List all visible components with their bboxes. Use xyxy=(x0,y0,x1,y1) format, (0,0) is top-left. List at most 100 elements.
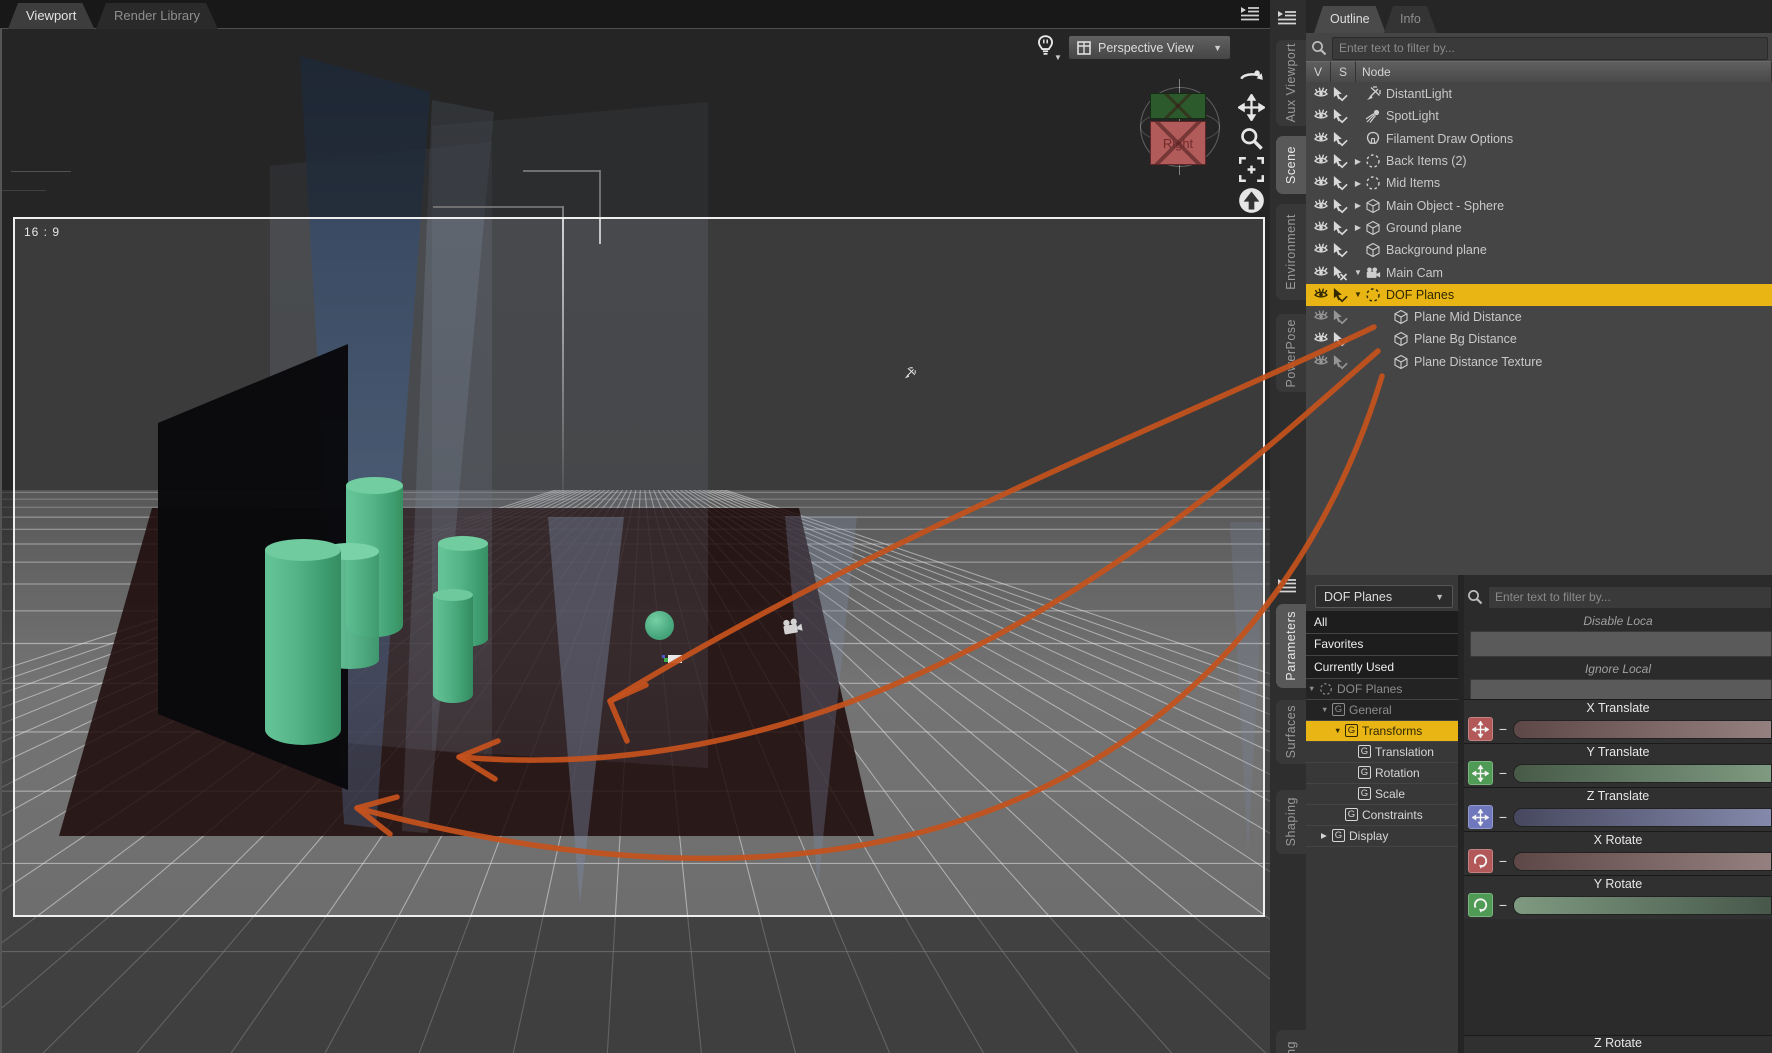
selectable-cursor-icon[interactable] xyxy=(1330,86,1348,102)
orbit-tool-icon[interactable] xyxy=(1238,63,1265,90)
expander-right-icon[interactable]: ▶ xyxy=(1352,157,1364,166)
selectable-cursor-icon[interactable] xyxy=(1330,153,1348,169)
param-group-rotation[interactable]: G Rotation xyxy=(1306,763,1458,784)
visibility-eye-icon[interactable] xyxy=(1312,153,1330,169)
viewport-3d-canvas[interactable]: 16 : 9 ▼ Perspective View ▼ Right xyxy=(0,29,1270,1053)
visibility-eye-icon[interactable] xyxy=(1312,331,1330,347)
rotate-axis-icon[interactable] xyxy=(1468,893,1493,917)
side-tab-environment[interactable]: Environment xyxy=(1276,204,1306,300)
visibility-eye-icon[interactable] xyxy=(1312,287,1330,303)
param-group-scale[interactable]: G Scale xyxy=(1306,784,1458,805)
param-group-translation[interactable]: G Translation xyxy=(1306,742,1458,763)
tab-info[interactable]: Info xyxy=(1384,6,1437,33)
visibility-eye-icon[interactable] xyxy=(1312,108,1330,124)
translate-axis-icon[interactable] xyxy=(1468,761,1493,785)
side-tab-aux-viewport[interactable]: Aux Viewport xyxy=(1276,40,1306,126)
side-tab-surfaces[interactable]: Surfaces xyxy=(1276,700,1306,764)
column-selectability[interactable]: S xyxy=(1331,61,1356,82)
outline-row-ground-plane[interactable]: ▶ Ground plane xyxy=(1306,217,1772,239)
params-filter-input[interactable]: Enter text to filter by... xyxy=(1488,585,1772,609)
tab-outline[interactable]: Outline xyxy=(1314,6,1386,33)
plane-distance-texture-3d[interactable] xyxy=(270,142,492,756)
selectable-cursor-icon[interactable] xyxy=(1330,331,1348,347)
view-selector-dropdown[interactable]: Perspective View ▼ xyxy=(1068,35,1231,60)
expander-down-icon[interactable]: ▼ xyxy=(1308,684,1319,693)
expander-right-icon[interactable]: ▶ xyxy=(1352,201,1364,210)
selectable-cursor-icon[interactable] xyxy=(1330,265,1348,281)
visibility-eye-icon[interactable] xyxy=(1312,86,1330,102)
pan-tool-icon[interactable] xyxy=(1238,94,1265,121)
translate-axis-icon[interactable] xyxy=(1468,717,1493,741)
tab-viewport[interactable]: Viewport xyxy=(8,3,94,29)
selectable-cursor-icon[interactable] xyxy=(1330,309,1348,325)
slider-decrement-button[interactable]: − xyxy=(1498,765,1508,781)
slider-decrement-button[interactable]: − xyxy=(1498,721,1508,737)
visibility-eye-icon[interactable] xyxy=(1312,242,1330,258)
aux-pane-menu-icon[interactable] xyxy=(1277,10,1297,26)
side-tab-powerpose[interactable]: PowerPose xyxy=(1276,314,1306,392)
outline-filter-input[interactable]: Enter text to filter by... xyxy=(1332,36,1768,60)
selectable-cursor-icon[interactable] xyxy=(1330,354,1348,370)
param-filter-currently-used[interactable]: Currently Used xyxy=(1306,656,1458,679)
param-group-transforms[interactable]: ▼ G Transforms xyxy=(1306,720,1458,742)
params-pane-menu-icon[interactable] xyxy=(1277,578,1297,594)
side-tab-ing[interactable]: ing xyxy=(1276,1030,1306,1053)
selectable-cursor-icon[interactable] xyxy=(1330,220,1348,236)
plane-mid-distance-3d[interactable] xyxy=(548,517,624,903)
far-wedge-plane-3d[interactable] xyxy=(1230,522,1266,856)
plane-bg-distance-3d[interactable] xyxy=(300,56,430,828)
distant-light-gizmo-icon[interactable] xyxy=(903,367,916,380)
slider-track[interactable] xyxy=(1513,763,1772,783)
gray-blade-plane-3d[interactable] xyxy=(402,100,494,833)
background-plane-3d[interactable] xyxy=(158,344,348,790)
expander-down-icon[interactable]: ▼ xyxy=(1352,290,1364,299)
visibility-eye-icon[interactable] xyxy=(1312,220,1330,236)
selectable-cursor-icon[interactable] xyxy=(1330,287,1348,303)
mid-wedge-plane-3d[interactable] xyxy=(785,516,857,886)
rotate-axis-icon[interactable] xyxy=(1468,849,1493,873)
camera-gizmo-icon[interactable] xyxy=(780,616,805,637)
expander-right-icon[interactable]: ▶ xyxy=(1352,179,1364,188)
param-group-dof-planes[interactable]: ▼ DOF Planes xyxy=(1306,678,1458,700)
slider-track[interactable] xyxy=(1513,719,1772,739)
cylinder-front-left[interactable] xyxy=(265,539,341,745)
outline-row-plane-bg-distance[interactable]: Plane Bg Distance xyxy=(1306,328,1772,350)
slider-track[interactable] xyxy=(1513,807,1772,827)
tab-render-library[interactable]: Render Library xyxy=(96,3,218,29)
outline-row-back-items-2-[interactable]: ▶ Back Items (2) xyxy=(1306,150,1772,172)
visibility-eye-icon[interactable] xyxy=(1312,265,1330,281)
selectable-cursor-icon[interactable] xyxy=(1330,198,1348,214)
outline-row-spotlight[interactable]: SpotLight xyxy=(1306,105,1772,127)
selectable-cursor-icon[interactable] xyxy=(1330,108,1348,124)
outline-row-plane-distance-texture[interactable]: Plane Distance Texture xyxy=(1306,351,1772,373)
visibility-eye-icon[interactable] xyxy=(1312,198,1330,214)
outline-row-plane-mid-distance[interactable]: Plane Mid Distance xyxy=(1306,306,1772,328)
side-tab-parameters[interactable]: Parameters xyxy=(1276,604,1306,688)
param-filter-all[interactable]: All xyxy=(1306,611,1458,634)
outline-row-filament-draw-options[interactable]: Filament Draw Options xyxy=(1306,128,1772,150)
param-group-display[interactable]: ▶ G Display xyxy=(1306,826,1458,847)
lighting-mode-dropdown-arrow[interactable]: ▼ xyxy=(1054,53,1062,62)
translate-axis-icon[interactable] xyxy=(1468,805,1493,829)
search-icon[interactable] xyxy=(1310,39,1328,57)
cylinder-mid-front[interactable] xyxy=(433,589,473,703)
disable-local-button[interactable] xyxy=(1470,631,1772,657)
slider-track[interactable] xyxy=(1513,851,1772,871)
lighting-mode-icon[interactable] xyxy=(1035,34,1056,58)
expander-down-icon[interactable]: ▼ xyxy=(1334,726,1345,735)
outline-row-main-cam[interactable]: ▼ Main Cam xyxy=(1306,261,1772,283)
viewport-pane-menu-icon[interactable] xyxy=(1240,6,1260,22)
visibility-eye-icon[interactable] xyxy=(1312,131,1330,147)
selectable-cursor-icon[interactable] xyxy=(1330,242,1348,258)
outline-row-background-plane[interactable]: Background plane xyxy=(1306,239,1772,261)
frame-tool-icon[interactable] xyxy=(1238,156,1265,183)
outline-row-dof-planes[interactable]: ▼ DOF Planes xyxy=(1306,283,1772,306)
column-node[interactable]: Node xyxy=(1356,61,1772,82)
visibility-eye-icon[interactable] xyxy=(1312,175,1330,191)
background-gray-plane-3d[interactable] xyxy=(432,102,708,768)
param-filter-favorites[interactable]: Favorites xyxy=(1306,633,1458,656)
selectable-cursor-icon[interactable] xyxy=(1330,131,1348,147)
side-tab-scene[interactable]: Scene xyxy=(1276,136,1306,194)
selectable-cursor-icon[interactable] xyxy=(1330,175,1348,191)
slider-decrement-button[interactable]: − xyxy=(1498,809,1508,825)
